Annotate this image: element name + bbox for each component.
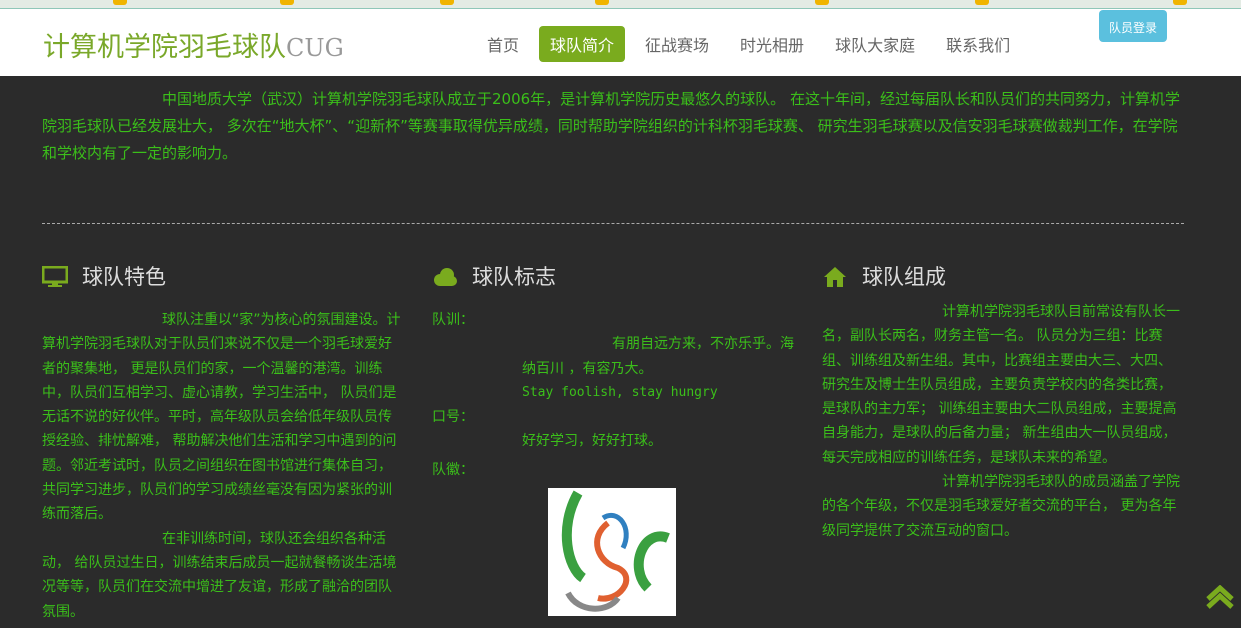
structure-paragraph-2: 计算机学院羽毛球队的成员涵盖了学院的各个年级，不仅是羽毛球爱好者交流的平台， 更…: [822, 474, 1180, 539]
site-logo[interactable]: 计算机学院羽毛球队CUG: [43, 25, 344, 64]
nav-contact[interactable]: 联系我们: [935, 26, 1021, 62]
member-login-button[interactable]: 队员登录: [1099, 10, 1167, 42]
features-paragraph-1: 球队注重以“家”为核心的氛围建设。计算机学院羽毛球队对于队员们来说不仅是一个羽毛…: [42, 312, 401, 523]
site-header: 计算机学院羽毛球队CUG 首页 球队简介 征战赛场 时光相册 球队大家庭 联系我…: [0, 9, 1241, 76]
emblem-title: 球队标志: [472, 264, 556, 289]
nav-team-intro[interactable]: 球队简介: [539, 26, 626, 62]
slogan-label: 口号：: [432, 409, 474, 426]
features-section: 球队特色 球队注重以“家”为核心的氛围建设。计算机学院羽毛球队对于队员们来说不仅…: [42, 262, 404, 624]
main-nav: 首页 球队简介 征战赛场 时光相册 球队大家庭 联系我们: [476, 26, 1030, 62]
team-badge-image: [548, 488, 676, 617]
structure-title: 球队组成: [862, 264, 946, 289]
nav-family[interactable]: 球队大家庭: [824, 26, 926, 62]
features-title: 球队特色: [82, 264, 166, 289]
structure-section: 球队组成 计算机学院羽毛球队目前常设有队长一名，副队长两名，财务主管一名。 队员…: [822, 262, 1184, 543]
motto-text: 有朋自远方来，不亦乐乎。海纳百川 ，有容乃大。: [522, 336, 794, 377]
back-to-top-icon[interactable]: [1206, 585, 1234, 609]
browser-tab-strip: [0, 0, 1241, 9]
features-paragraph-2: 在非训练时间，球队还会组织各种活动， 给队员过生日，训练结束后成员一起就餐畅谈生…: [42, 530, 397, 620]
slogan-text: 好好学习，好好打球。: [522, 433, 662, 450]
badge-label: 队徽：: [432, 461, 474, 478]
motto-english: Stay foolish, stay hungry: [522, 384, 718, 400]
nav-matches[interactable]: 征战赛场: [634, 26, 720, 62]
nav-album[interactable]: 时光相册: [729, 26, 815, 62]
divider: [42, 223, 1184, 224]
intro-paragraph: 中国地质大学（武汉）计算机学院羽毛球队成立于2006年，是计算机学院历史最悠久的…: [42, 90, 1180, 162]
monitor-icon: [42, 266, 68, 287]
logo-text: 计算机学院羽毛球队: [43, 32, 286, 63]
motto-label: 队训：: [432, 312, 474, 328]
structure-paragraph-1: 计算机学院羽毛球队目前常设有队长一名，副队长两名，财务主管一名。 队员分为三组：…: [822, 304, 1180, 466]
cloud-icon: [434, 268, 457, 286]
logo-suffix: CUG: [286, 34, 344, 62]
emblem-section: 球队标志 队训： 有朋自远方来，不亦乐乎。海纳百川 ，有容乃大。 Stay fo…: [432, 262, 794, 624]
home-icon: [824, 267, 846, 287]
nav-home[interactable]: 首页: [476, 26, 530, 62]
